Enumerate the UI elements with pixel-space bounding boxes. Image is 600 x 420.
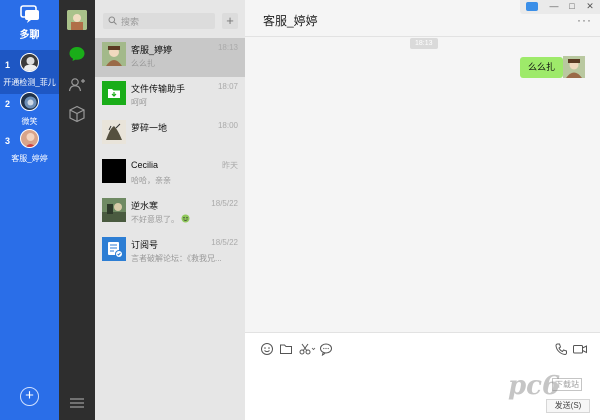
voice-call-icon[interactable]	[554, 342, 568, 356]
sent-message-bubble[interactable]: 么么扎	[520, 57, 569, 78]
conversation-title: Cecilia	[131, 160, 159, 170]
conversation-avatar	[102, 42, 126, 66]
file-transfer-icon	[102, 81, 126, 105]
conversation-avatar	[102, 159, 126, 183]
folder-icon[interactable]	[279, 342, 293, 356]
maximize-button[interactable]: □	[564, 0, 580, 14]
conversation-preview: 言者破解论坛：《救我兄...	[131, 254, 222, 263]
favorites-icon[interactable]	[68, 105, 86, 123]
conversation-item[interactable]: 客服_婷婷 18:13 么么扎	[95, 38, 245, 77]
conversation-time: 18:07	[217, 82, 238, 91]
subscription-icon	[102, 237, 126, 261]
conversation-preview: 么么扎	[131, 59, 155, 68]
watermark-logo: pc6 下载站	[508, 372, 592, 400]
conversation-preview: 不好意思了。	[131, 214, 239, 225]
video-call-icon[interactable]	[572, 342, 588, 356]
account-index: 3	[5, 136, 11, 146]
new-chat-button[interactable]: +	[222, 13, 238, 29]
chat-title: 客服_婷婷	[263, 14, 318, 28]
conversation-preview: 哈哈，亲亲	[131, 176, 171, 185]
conversation-avatar	[102, 198, 126, 222]
account-name: 开通检测_菲儿	[3, 78, 56, 87]
account-avatar	[20, 53, 39, 72]
conversation-avatar	[102, 120, 126, 144]
wechat-nav	[59, 0, 95, 420]
search-placeholder: 搜索	[121, 17, 140, 27]
send-button[interactable]: 发送(S)	[546, 399, 590, 413]
conversation-title: 客服_婷婷	[131, 45, 173, 55]
conversation-title: 订阅号	[131, 240, 159, 250]
conversation-item[interactable]: Cecilia 昨天 哈哈，亲亲	[95, 155, 245, 194]
chat-icon[interactable]	[68, 45, 86, 63]
conversation-time: 18/5/22	[211, 199, 238, 208]
conversation-item[interactable]: 订阅号 18/5/22 言者破解论坛：《救我兄...	[95, 233, 245, 272]
app-logo-label: 多聊	[19, 30, 40, 41]
window-controls: — □ ✕	[520, 0, 600, 14]
account-name: 客服_婷婷	[11, 154, 48, 163]
account-avatar	[20, 129, 39, 148]
account-item-3[interactable]: 3 客服_婷婷	[0, 126, 59, 170]
chat-panel: 客服_婷婷 ··· — □ ✕ 18:13 么么扎	[245, 0, 600, 420]
more-options-button[interactable]: ···	[577, 14, 592, 26]
app-logo: 多聊	[0, 4, 59, 41]
duoliao-logo-icon	[19, 5, 39, 23]
chat-history-icon[interactable]	[319, 342, 333, 356]
search-icon	[108, 16, 117, 25]
conversation-time: 昨天	[222, 161, 238, 170]
conversation-item[interactable]: 萝碎一地 18:00	[95, 116, 245, 155]
conversation-list-panel: 搜索 + 客服_婷婷 18:13 么么扎 文件传输助手 18:07 呵呵 萝碎一…	[95, 0, 245, 420]
watermark-subtext: 下载站	[552, 378, 582, 391]
message-timestamp: 18:13	[410, 38, 438, 49]
account-panel: 多聊 1 开通检测_菲儿 2 微笑 3 客服_婷婷 +	[0, 0, 59, 420]
conversation-time: 18:13	[217, 43, 238, 52]
close-button[interactable]: ✕	[582, 0, 598, 14]
menu-icon[interactable]	[70, 398, 84, 408]
add-account-button[interactable]: +	[20, 387, 39, 406]
minimize-button[interactable]: —	[546, 0, 562, 14]
sender-avatar[interactable]	[563, 56, 585, 78]
conversation-title: 萝碎一地	[131, 123, 168, 133]
account-avatar	[20, 92, 39, 111]
my-avatar[interactable]	[67, 10, 87, 30]
conversation-time: 18/5/22	[211, 238, 238, 247]
search-input[interactable]: 搜索	[103, 13, 215, 29]
account-item-1[interactable]: 1 开通检测_菲儿	[0, 50, 59, 94]
emoji-icon	[181, 214, 190, 223]
account-index: 1	[5, 60, 11, 70]
conversation-title: 逆水寒	[131, 201, 159, 211]
conversation-time: 18:00	[217, 121, 238, 130]
keyboard-icon[interactable]	[526, 2, 538, 11]
account-index: 2	[5, 99, 11, 109]
conversation-item[interactable]: 文件传输助手 18:07 呵呵	[95, 77, 245, 116]
contacts-icon[interactable]	[68, 76, 86, 94]
conversation-preview: 呵呵	[131, 98, 147, 107]
conversation-title: 文件传输助手	[131, 84, 186, 94]
screenshot-scissors-icon[interactable]	[298, 342, 316, 356]
conversation-preview-text: 不好意思了。	[131, 215, 179, 224]
conversation-item[interactable]: 逆水寒 18/5/22 不好意思了。	[95, 194, 245, 233]
emoji-icon[interactable]	[260, 342, 274, 356]
